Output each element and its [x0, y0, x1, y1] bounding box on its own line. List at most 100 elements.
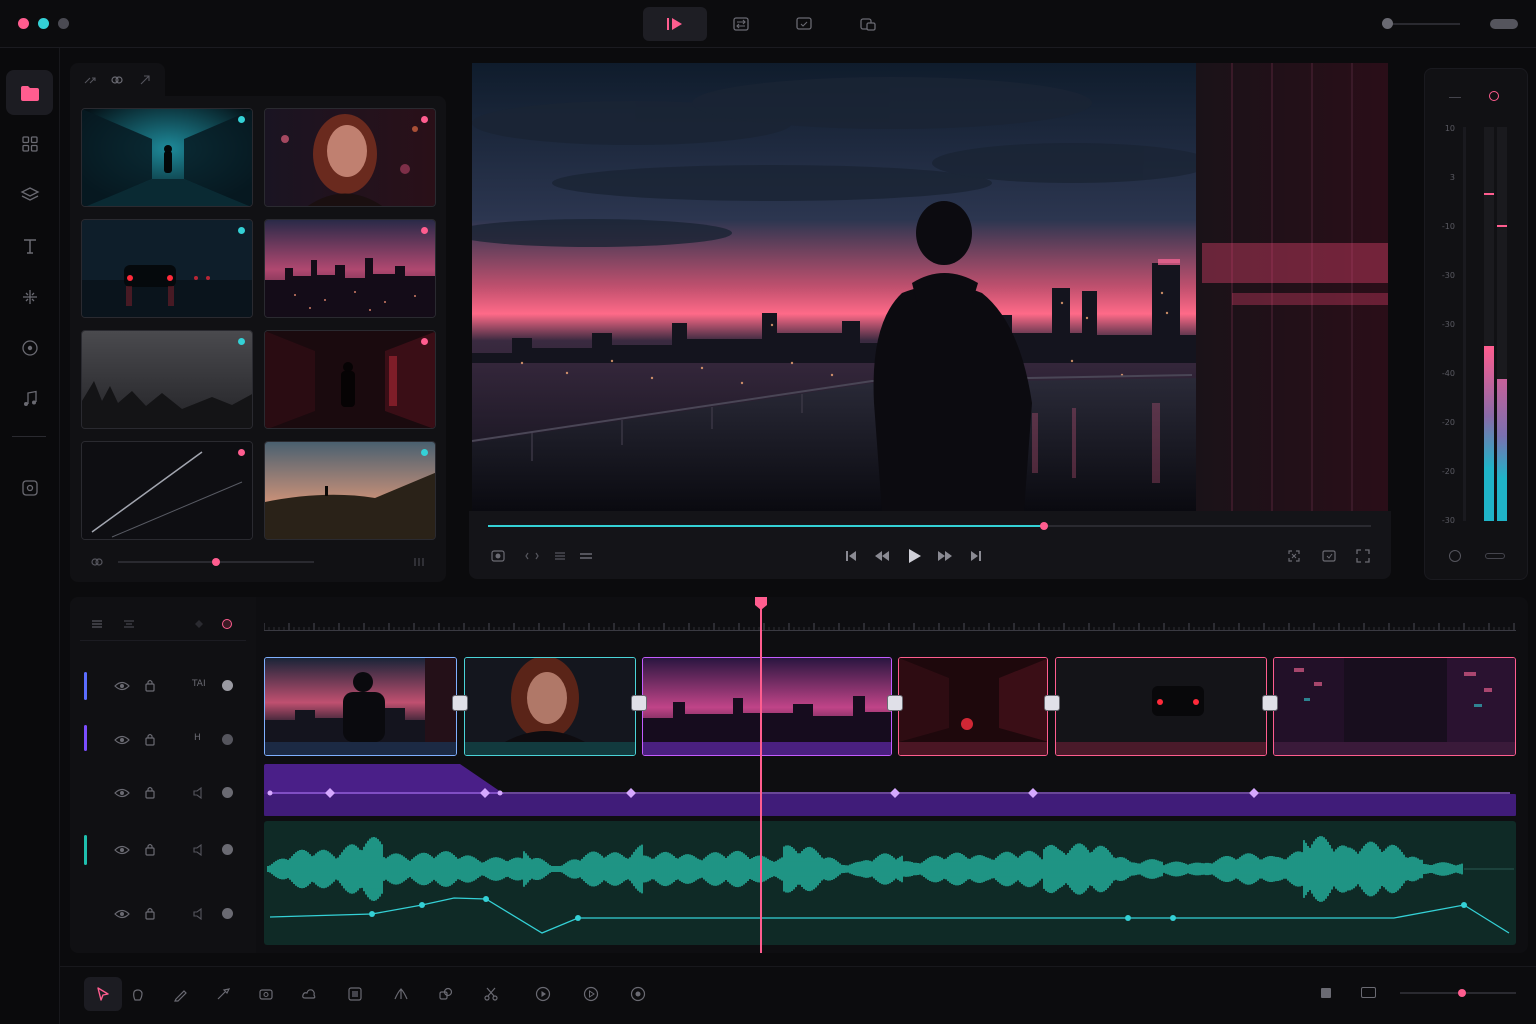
cut-mode-button[interactable]	[709, 7, 773, 41]
audio-waveform-lane[interactable]	[264, 821, 1516, 945]
sidebar-item-effects[interactable]	[6, 274, 53, 319]
align-icon[interactable]	[122, 617, 136, 631]
eye-icon[interactable]	[114, 679, 130, 693]
safe-area-icon[interactable]	[1321, 548, 1337, 564]
minimize-window-button[interactable]	[38, 18, 49, 29]
thumbnail-city-skyline-dusk[interactable]	[264, 219, 436, 318]
clip-street[interactable]	[1273, 657, 1516, 756]
sidebar-item-text[interactable]	[6, 223, 53, 268]
rewind-icon[interactable]	[873, 548, 891, 564]
eye-icon[interactable]	[114, 733, 130, 747]
fit-icon[interactable]	[1286, 548, 1302, 564]
meter-collapse-icon[interactable]	[1449, 97, 1461, 98]
transition-marker[interactable]	[631, 695, 647, 711]
meter-toggle[interactable]	[1485, 553, 1505, 559]
preview-tool[interactable]	[572, 977, 610, 1011]
menu-icon[interactable]	[578, 548, 594, 564]
volume-slider-knob[interactable]	[1382, 18, 1393, 29]
thumbnail-woman-portrait[interactable]	[264, 108, 436, 207]
edit-mode-button[interactable]	[643, 7, 707, 41]
cloud-tool[interactable]	[290, 977, 328, 1011]
sidebar-item-media[interactable]	[6, 70, 53, 115]
transition-marker[interactable]	[1044, 695, 1060, 711]
video-preview[interactable]	[472, 63, 1388, 511]
toggle-switch[interactable]	[1490, 19, 1518, 29]
volume-keyframe[interactable]	[1125, 915, 1131, 921]
scissors-tool[interactable]	[472, 977, 510, 1011]
volume-keyframe[interactable]	[1461, 902, 1467, 908]
link-icon[interactable]	[110, 73, 124, 87]
export-mode-button[interactable]	[836, 7, 900, 41]
close-window-button[interactable]	[18, 18, 29, 29]
track-solo-button[interactable]	[222, 680, 233, 691]
lock-icon[interactable]	[144, 732, 156, 746]
maximize-window-button[interactable]	[58, 18, 69, 29]
frame-tool[interactable]	[336, 977, 374, 1011]
playhead[interactable]	[760, 597, 763, 953]
sidebar-item-audio[interactable]	[6, 376, 53, 421]
forward-icon[interactable]	[936, 548, 954, 564]
timeline-area[interactable]	[256, 597, 1528, 953]
speaker-icon[interactable]	[192, 843, 206, 857]
skip-back-icon[interactable]	[843, 548, 859, 564]
scrub-knob[interactable]	[1040, 522, 1049, 530]
list-icon[interactable]	[552, 548, 568, 564]
meter-record-icon[interactable]	[1489, 91, 1499, 101]
link-icon[interactable]	[90, 555, 104, 569]
share-icon[interactable]	[138, 73, 152, 87]
track-solo-button[interactable]	[222, 908, 233, 919]
volume-slider[interactable]	[1382, 23, 1460, 25]
speaker-icon[interactable]	[192, 786, 206, 800]
sidebar-item-layers[interactable]	[6, 172, 53, 217]
shuffle-icon[interactable]	[83, 73, 97, 87]
lock-icon[interactable]	[144, 785, 156, 799]
tracks-menu-icon[interactable]	[90, 617, 104, 631]
thumbnail-misty-forest[interactable]	[81, 330, 253, 429]
record-track-button[interactable]	[222, 619, 232, 629]
thumbnail-light-streak[interactable]	[81, 441, 253, 540]
eye-icon[interactable]	[114, 843, 130, 857]
transition-marker[interactable]	[1262, 695, 1278, 711]
columns-icon[interactable]	[412, 555, 426, 569]
eye-icon[interactable]	[114, 907, 130, 921]
thumbnail-hillside-sunset[interactable]	[264, 441, 436, 540]
pen-tool[interactable]	[162, 977, 200, 1011]
brush-tool[interactable]	[204, 977, 242, 1011]
thumbnail-red-alley-figure[interactable]	[264, 330, 436, 429]
effects-track-lane[interactable]	[264, 764, 1516, 816]
lock-icon[interactable]	[144, 842, 156, 856]
speaker-icon[interactable]	[192, 907, 206, 921]
thumbnail-size-knob[interactable]	[212, 558, 220, 566]
meter-settings-icon[interactable]	[1449, 550, 1461, 562]
track-solo-button[interactable]	[222, 787, 233, 798]
sidebar-item-color[interactable]	[6, 325, 53, 370]
time-ruler[interactable]	[264, 621, 1516, 633]
clip-rooftop[interactable]	[264, 657, 457, 756]
skip-forward-icon[interactable]	[968, 548, 984, 564]
volume-keyframe[interactable]	[575, 915, 581, 921]
volume-keyframe[interactable]	[369, 911, 375, 917]
eye-icon[interactable]	[114, 786, 130, 800]
transition-marker[interactable]	[452, 695, 468, 711]
track-solo-button[interactable]	[222, 844, 233, 855]
fullscreen-icon[interactable]	[1355, 548, 1371, 564]
shape-tool[interactable]	[427, 977, 465, 1011]
lock-icon[interactable]	[144, 906, 156, 920]
sidebar-item-templates[interactable]	[6, 121, 53, 166]
play-range-tool[interactable]	[524, 977, 562, 1011]
clip-car[interactable]	[1055, 657, 1267, 756]
clip-woman[interactable]	[464, 657, 636, 756]
track-solo-button[interactable]	[222, 734, 233, 745]
loop-icon[interactable]	[524, 548, 540, 564]
play-icon[interactable]	[905, 546, 923, 566]
sidebar-item-plugins[interactable]	[6, 465, 53, 510]
clip-skyline[interactable]	[642, 657, 892, 756]
target-tool[interactable]	[619, 977, 657, 1011]
clip-alley[interactable]	[898, 657, 1048, 756]
lock-icon[interactable]	[144, 678, 156, 692]
stop-button[interactable]	[1321, 988, 1331, 998]
transition-marker[interactable]	[887, 695, 903, 711]
effects-mode-button[interactable]	[772, 7, 836, 41]
add-marker-icon[interactable]	[192, 617, 206, 631]
volume-keyframe[interactable]	[419, 902, 425, 908]
